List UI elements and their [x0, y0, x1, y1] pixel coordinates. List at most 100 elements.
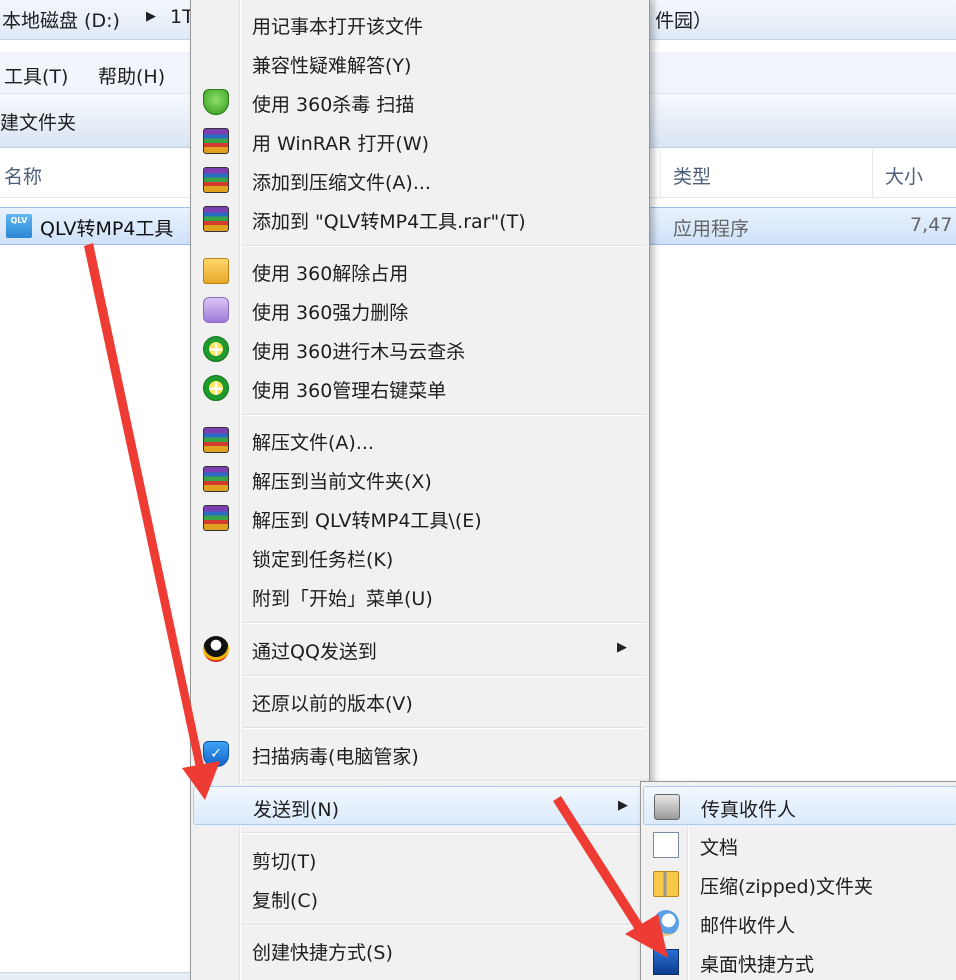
submenu-arrow-icon: ▶ [617, 640, 627, 655]
plus-circle-icon: + [203, 375, 229, 401]
menu-separator [243, 924, 645, 926]
menu-add-to-rar[interactable]: 添加到 "QLV转MP4工具.rar"(T) [193, 199, 647, 238]
submenu-item-label: 压缩(zipped)文件夹 [700, 876, 873, 898]
column-divider[interactable] [872, 150, 873, 198]
winrar-icon [203, 466, 229, 492]
column-divider[interactable] [660, 150, 661, 198]
menu-separator [243, 245, 645, 247]
menu-compat-troubleshoot[interactable]: 兼容性疑难解答(Y) [193, 43, 647, 82]
menu-separator [243, 675, 645, 677]
sendto-fax[interactable]: 传真收件人 [643, 786, 956, 825]
submenu-item-label: 邮件收件人 [700, 915, 796, 937]
menu-copy[interactable]: 复制(C) [193, 878, 647, 917]
plus-circle-icon: + [203, 336, 229, 362]
column-size[interactable]: 大小 [885, 162, 923, 189]
menu-separator [243, 414, 645, 416]
menu-pin-taskbar[interactable]: 锁定到任务栏(K) [193, 537, 647, 576]
file-size: 7,47 [910, 214, 953, 236]
mail-icon [653, 910, 679, 936]
menu-item-label: 剪切(T) [252, 851, 317, 873]
column-type[interactable]: 类型 [673, 162, 711, 189]
menu-item-label: 发送到(N) [253, 799, 340, 821]
menu-item-label: 使用 360进行木马云查杀 [252, 341, 466, 363]
document-icon [653, 832, 679, 858]
menu-360-unlock[interactable]: 使用 360解除占用 [193, 251, 647, 290]
qlv-app-icon: QLV [6, 214, 32, 238]
menu-item-label: 锁定到任务栏(K) [252, 549, 394, 571]
menu-item-label: 解压文件(A)... [252, 432, 374, 454]
menu-item-label: 创建快捷方式(S) [252, 942, 393, 964]
submenu-item-label: 文档 [700, 837, 739, 859]
winrar-icon [203, 167, 229, 193]
file-name[interactable]: QLV转MP4工具 [40, 214, 173, 241]
menu-restore-versions[interactable]: 还原以前的版本(V) [193, 681, 647, 720]
context-menu: 用记事本打开该文件 兼容性疑难解答(Y) 使用 360杀毒 扫描 用 WinRA… [190, 0, 650, 980]
menu-tools[interactable]: 工具(T) [4, 62, 68, 89]
menu-item-label: 解压到当前文件夹(X) [252, 471, 432, 493]
address-tail: 件园） [655, 10, 713, 32]
menu-item-label: 使用 360管理右键菜单 [252, 380, 447, 402]
column-name[interactable]: 名称 [4, 162, 42, 189]
menu-item-label: 复制(C) [252, 890, 319, 912]
winrar-icon [203, 128, 229, 154]
menu-separator [243, 780, 645, 782]
menu-item-label: 使用 360强力删除 [252, 302, 409, 324]
qlv-icon-text: QLV [10, 216, 28, 225]
sendto-mail[interactable]: 邮件收件人 [643, 903, 956, 942]
menu-create-shortcut[interactable]: 创建快捷方式(S) [193, 930, 647, 969]
menu-item-label: 附到「开始」菜单(U) [252, 588, 433, 610]
menu-item-label: 用记事本打开该文件 [252, 16, 424, 38]
winrar-icon [203, 206, 229, 232]
menu-extract-here[interactable]: 解压到当前文件夹(X) [193, 459, 647, 498]
menu-help[interactable]: 帮助(H) [98, 62, 165, 89]
menu-item-label: 通过QQ发送到 [252, 641, 377, 663]
guard-shield-icon: ✓ [203, 741, 229, 767]
qq-icon [203, 636, 229, 662]
menu-item-label: 解压到 QLV转MP4工具\(E) [252, 510, 482, 532]
menu-pin-start[interactable]: 附到「开始」菜单(U) [193, 576, 647, 615]
menu-extract-files[interactable]: 解压文件(A)... [193, 420, 647, 459]
menu-item-label: 扫描病毒(电脑管家) [252, 746, 419, 768]
status-strip [0, 972, 200, 980]
file-type: 应用程序 [673, 218, 750, 240]
menu-item-label: 用 WinRAR 打开(W) [252, 133, 430, 155]
menu-360-scan[interactable]: 使用 360杀毒 扫描 [193, 82, 647, 121]
new-folder-button[interactable]: 建文件夹 [0, 108, 76, 135]
menu-winrar-open[interactable]: 用 WinRAR 打开(W) [193, 121, 647, 160]
zip-folder-icon [653, 871, 679, 897]
address-drive[interactable]: 本地磁盘 (D:) [2, 6, 120, 33]
menu-send-via-qq[interactable]: 通过QQ发送到 ▶ [193, 629, 647, 668]
fax-icon [654, 794, 680, 820]
menu-360-trojan-scan[interactable]: + 使用 360进行木马云查杀 [193, 329, 647, 368]
shield-icon [203, 89, 229, 115]
sendto-desktop-shortcut[interactable]: 桌面快捷方式 [643, 942, 956, 980]
menu-guard-scan[interactable]: ✓ 扫描病毒(电脑管家) [193, 734, 647, 773]
menu-extract-to-folder[interactable]: 解压到 QLV转MP4工具\(E) [193, 498, 647, 537]
submenu-item-label: 传真收件人 [701, 799, 797, 821]
desktop-icon [653, 949, 679, 975]
menu-360-manage-menu[interactable]: + 使用 360管理右键菜单 [193, 368, 647, 407]
breadcrumb-arrow-icon[interactable]: ▶ [146, 9, 156, 24]
menu-delete[interactable]: 删 [193, 969, 647, 980]
menu-item-label: 使用 360杀毒 扫描 [252, 94, 415, 116]
menu-item-label: 还原以前的版本(V) [252, 693, 413, 715]
submenu-item-label: 桌面快捷方式 [700, 954, 815, 976]
menu-separator [243, 727, 645, 729]
menu-360-force-delete[interactable]: 使用 360强力删除 [193, 290, 647, 329]
sendto-documents[interactable]: 文档 [643, 825, 956, 864]
menu-separator [243, 622, 645, 624]
folder-unlock-icon [203, 258, 229, 284]
winrar-icon [203, 427, 229, 453]
submenu-arrow-icon: ▶ [618, 798, 628, 813]
menu-open-notepad[interactable]: 用记事本打开该文件 [193, 4, 647, 43]
menu-item-label: 添加到压缩文件(A)... [252, 172, 431, 194]
sendto-zip[interactable]: 压缩(zipped)文件夹 [643, 864, 956, 903]
menu-add-archive[interactable]: 添加到压缩文件(A)... [193, 160, 647, 199]
trash-icon [203, 297, 229, 323]
menu-item-label: 兼容性疑难解答(Y) [252, 55, 412, 77]
menu-item-label: 添加到 "QLV转MP4工具.rar"(T) [252, 211, 526, 233]
menu-item-label: 使用 360解除占用 [252, 263, 409, 285]
menu-send-to[interactable]: 发送到(N) ▶ [193, 786, 647, 825]
menu-cut[interactable]: 剪切(T) [193, 839, 647, 878]
menu-separator [243, 832, 645, 834]
